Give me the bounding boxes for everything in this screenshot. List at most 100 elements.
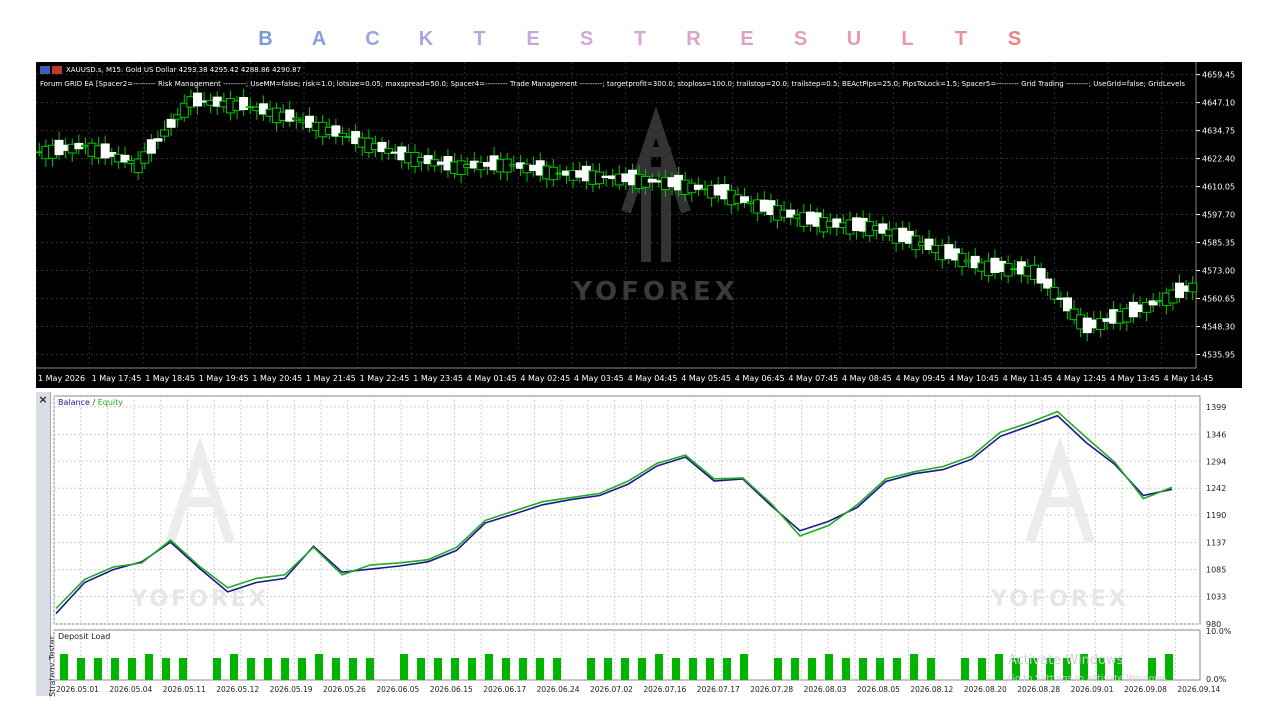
deposit-load-bar xyxy=(417,658,425,680)
balance-y-label: 1242 xyxy=(1206,484,1226,493)
time-label: 1 May 19:45 xyxy=(199,374,249,383)
candle-body xyxy=(1049,286,1059,300)
banner-letter: C xyxy=(365,28,380,50)
price-label: 4573.00 xyxy=(1202,267,1235,276)
symbol-title: XAUUSD.s, M15: Gold US Dollar 4293.38 42… xyxy=(40,66,301,74)
price-chart-window[interactable]: 4659.45 4647.10 4634.75 4622.40 4610.05 4597.… xyxy=(36,62,1242,388)
deposit-load-bar xyxy=(77,658,85,680)
date-label: 2026.06.24 xyxy=(537,685,580,694)
deposit-load-bar xyxy=(774,658,782,680)
candle-body xyxy=(166,118,176,128)
candle-body xyxy=(160,129,170,137)
balance-equity-legend: Balance / Equity xyxy=(58,398,123,407)
deposit-load-bar xyxy=(893,658,901,680)
deposit-load-bar xyxy=(94,658,102,680)
price-label: 4610.05 xyxy=(1202,183,1235,192)
date-label: 2026.06.05 xyxy=(376,685,419,694)
banner-letter: T xyxy=(954,28,968,50)
date-label: 2026.07.02 xyxy=(590,685,633,694)
time-label: 1 May 22:45 xyxy=(360,374,410,383)
deposit-load-bar xyxy=(723,658,731,680)
price-label: 4659.45 xyxy=(1202,71,1235,80)
watermark-text: YOFOREX xyxy=(990,587,1129,612)
deposit-load-bar xyxy=(145,654,153,680)
deposit-load-bar xyxy=(468,658,476,680)
time-label: 4 May 12:45 xyxy=(1056,374,1106,383)
page-banner-title: BACKTESTRESULTS xyxy=(0,28,1280,56)
price-label: 4548.30 xyxy=(1202,323,1235,332)
close-icon[interactable]: × xyxy=(37,394,49,406)
strategy-tester-panel[interactable]: × Strategy Tester 1399 1346 1294 1242 1190 11… xyxy=(36,392,1242,697)
deposit-load-bar xyxy=(825,654,833,680)
balance-y-label: 1033 xyxy=(1206,593,1226,602)
candle-body xyxy=(291,117,301,121)
banner-letter: E xyxy=(740,28,754,50)
price-label: 4560.65 xyxy=(1202,295,1235,304)
deposit-load-bar xyxy=(247,658,255,680)
banner-letter: L xyxy=(901,28,914,50)
time-label: 4 May 10:45 xyxy=(949,374,999,383)
date-label: 2026.05.11 xyxy=(163,685,206,694)
activate-windows-subtitle: Go to Settings to activate Windows. xyxy=(1008,674,1169,684)
time-label: 4 May 05:45 xyxy=(681,374,731,383)
candlestick-chart: 4659.45 4647.10 4634.75 4622.40 4610.05 4597.… xyxy=(36,62,1235,383)
balance-y-label: 1085 xyxy=(1206,566,1226,575)
price-label: 4597.70 xyxy=(1202,211,1235,220)
candle-body xyxy=(146,139,156,154)
deposit-load-bar xyxy=(621,658,629,680)
time-label: 1 May 21:45 xyxy=(306,374,356,383)
date-label: 2026.07.17 xyxy=(697,685,740,694)
deposit-load-bar xyxy=(128,658,136,680)
candle-body xyxy=(153,138,163,142)
deposit-load-bar xyxy=(230,654,238,680)
banner-letter: E xyxy=(526,28,540,50)
deposit-load-bar xyxy=(536,658,544,680)
time-label: 4 May 07:45 xyxy=(788,374,838,383)
price-label: 4535.95 xyxy=(1202,351,1235,360)
price-label: 4585.35 xyxy=(1202,239,1235,248)
deposit-load-bar xyxy=(961,658,969,680)
date-label: 2026.08.20 xyxy=(964,685,1007,694)
deposit-load-bar xyxy=(519,658,527,680)
deposit-load-bar xyxy=(162,658,170,680)
candle-body xyxy=(1043,278,1053,289)
date-label: 2026.09.08 xyxy=(1124,685,1167,694)
date-label: 2026.05.01 xyxy=(56,685,99,694)
time-label: 1 May 2026 xyxy=(38,374,85,383)
date-label: 2026.08.12 xyxy=(910,685,953,694)
candle-body xyxy=(1188,282,1198,293)
date-label: 2026.09.01 xyxy=(1071,685,1114,694)
time-label: 4 May 02:45 xyxy=(520,374,570,383)
banner-letter: K xyxy=(418,28,434,50)
deposit-load-bar xyxy=(400,654,408,680)
deposit-load-bar xyxy=(995,654,1003,680)
deposit-load-bar xyxy=(672,658,680,680)
deposit-load-bar xyxy=(876,658,884,680)
deposit-load-bar xyxy=(587,658,595,680)
price-label: 4634.75 xyxy=(1202,127,1235,136)
symbol-title-text: XAUUSD.s, M15: Gold US Dollar 4293.38 42… xyxy=(66,66,302,74)
deposit-load-bar xyxy=(927,658,935,680)
balance-equity-graph: 13991346129412421190113710851033980Balan… xyxy=(53,395,1232,694)
tester-sidebar: × Strategy Tester xyxy=(36,392,57,697)
deposit-load-bar xyxy=(655,654,663,680)
deposit-load-bar xyxy=(332,658,340,680)
time-label: 4 May 09:45 xyxy=(896,374,946,383)
deposit-load-bar xyxy=(740,654,748,680)
balance-y-label: 1399 xyxy=(1206,403,1226,412)
balance-y-label: 1346 xyxy=(1206,430,1226,439)
deposit-load-bar xyxy=(179,658,187,680)
banner-letter: S xyxy=(793,28,808,50)
time-label: 4 May 11:45 xyxy=(1003,374,1053,383)
banner-letter: S xyxy=(1007,28,1022,50)
date-label: 2026.05.19 xyxy=(270,685,313,694)
banner-letter: R xyxy=(686,28,701,50)
deposit-load-bar xyxy=(434,658,442,680)
date-label: 2026.07.16 xyxy=(643,685,686,694)
deposit-load-bar xyxy=(859,658,867,680)
deposit-load-bar xyxy=(315,654,323,680)
deposit-load-bar xyxy=(451,658,459,680)
banner-letter: B xyxy=(258,28,273,50)
deposit-load-bar xyxy=(60,654,68,680)
time-label: 4 May 06:45 xyxy=(735,374,785,383)
